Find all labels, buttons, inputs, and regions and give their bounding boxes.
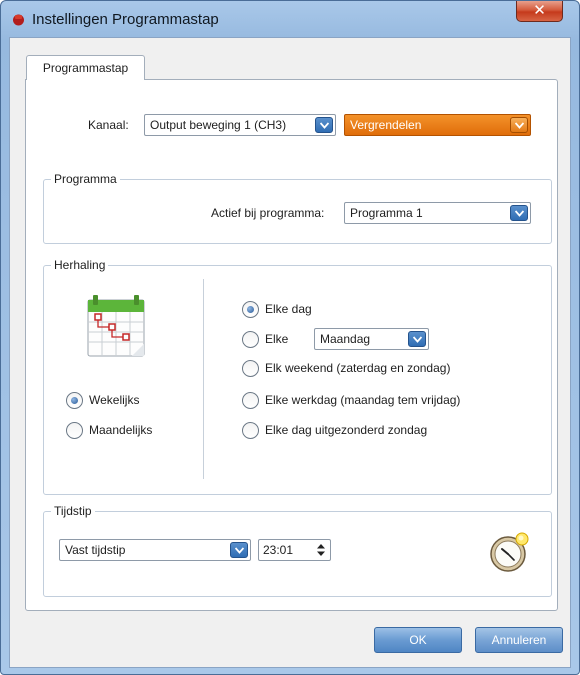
spin-arrows-icon[interactable]: [317, 543, 325, 557]
chevron-down-icon[interactable]: [510, 205, 528, 221]
day-value: Maandag: [320, 332, 371, 346]
app-icon: [13, 14, 24, 26]
chevron-down-icon[interactable]: [510, 117, 528, 133]
chevron-down-icon[interactable]: [230, 542, 248, 558]
chevron-down-icon[interactable]: [408, 331, 426, 347]
radio-label: Elke dag: [265, 302, 312, 316]
programma-group: Programma Actief bij programma: Programm…: [43, 172, 552, 244]
cancel-button[interactable]: Annuleren: [475, 627, 563, 653]
clock-icon[interactable]: [488, 532, 530, 574]
radio-label: Elk weekend (zaterdag en zondag): [265, 361, 451, 375]
time-value: 23:01: [263, 543, 294, 557]
calendar-icon: [87, 295, 145, 357]
dialog-client: Programmastap Kanaal: Output beweging 1 …: [9, 37, 571, 668]
radio-label: Maandelijks: [89, 423, 153, 437]
day-select[interactable]: Maandag: [314, 328, 429, 350]
dialog-window: Instellingen Programmastap ✕ Programmast…: [0, 0, 580, 675]
radio-label: Elke: [265, 332, 289, 346]
chevron-down-icon[interactable]: [315, 117, 333, 133]
radio-indicator[interactable]: [242, 301, 259, 318]
radio-label: Elke dag uitgezonderd zondag: [265, 423, 428, 437]
kanaal-select[interactable]: Output beweging 1 (CH3): [144, 114, 336, 136]
herhaling-group: Herhaling Wekelijks Maandelijks Elke dag…: [43, 258, 552, 495]
radio-indicator[interactable]: [242, 360, 259, 377]
radio-indicator[interactable]: [242, 422, 259, 439]
radio-indicator[interactable]: [242, 392, 259, 409]
herhaling-group-title: Herhaling: [51, 258, 109, 272]
radio-label: Wekelijks: [89, 393, 140, 407]
kanaal-label: Kanaal:: [88, 118, 129, 132]
tab-programmastap[interactable]: Programmastap: [26, 55, 145, 80]
tijdstip-group-title: Tijdstip: [51, 504, 95, 518]
close-button[interactable]: ✕: [516, 1, 563, 22]
tijdstip-type-value: Vast tijdstip: [65, 543, 126, 557]
title-bar[interactable]: Instellingen Programmastap ✕: [1, 1, 579, 37]
radio-indicator[interactable]: [242, 331, 259, 348]
window-title: Instellingen Programmastap: [32, 11, 219, 28]
radio-label: Elke werkdag (maandag tem vrijdag): [265, 393, 461, 407]
programma-select[interactable]: Programma 1: [344, 202, 531, 224]
programma-group-title: Programma: [51, 172, 120, 186]
vertical-divider: [203, 279, 204, 479]
kanaal-value: Output beweging 1 (CH3): [150, 118, 287, 132]
radio-indicator[interactable]: [66, 392, 83, 409]
kanaal-action-value: Vergrendelen: [350, 118, 422, 132]
time-input[interactable]: 23:01: [258, 539, 331, 561]
tab-panel: Kanaal: Output beweging 1 (CH3) Vergrend…: [25, 79, 558, 611]
tijdstip-group: Tijdstip Vast tijdstip 23:01: [43, 504, 552, 597]
radio-indicator[interactable]: [66, 422, 83, 439]
tijdstip-type-select[interactable]: Vast tijdstip: [59, 539, 251, 561]
ok-button[interactable]: OK: [374, 627, 462, 653]
programma-value: Programma 1: [350, 206, 423, 220]
kanaal-action-select[interactable]: Vergrendelen: [344, 114, 531, 136]
programma-label: Actief bij programma:: [211, 206, 325, 220]
